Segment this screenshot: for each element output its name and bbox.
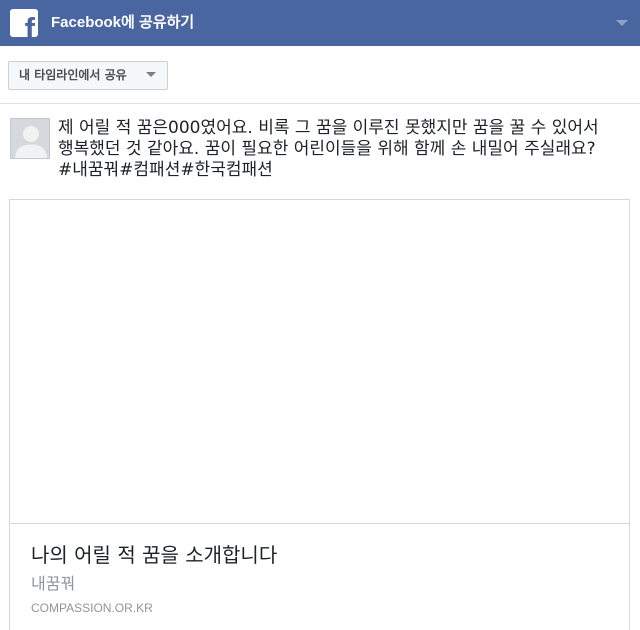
link-preview-description: 내꿈꿔 bbox=[31, 574, 76, 593]
post-message-input[interactable]: 제 어릴 적 꿈은000였어요. 비록 그 꿈을 이루진 못했지만 꿈을 꿀 수… bbox=[58, 118, 632, 181]
dialog-title: Facebook에 공유하기 bbox=[51, 14, 195, 31]
link-preview-domain: COMPASSION.OR.KR bbox=[31, 601, 153, 615]
post-message-line: #내꿈꿔#컴패션#한국컴패션 bbox=[58, 160, 273, 180]
dialog-header: f Facebook에 공유하기 bbox=[0, 0, 640, 46]
link-preview-body: 나의 어릴 적 꿈을 소개합니다 내꿈꿔 COMPASSION.OR.KR bbox=[10, 524, 629, 616]
share-destination-dropdown[interactable]: 내 타임라인에서 공유 bbox=[8, 61, 168, 90]
divider bbox=[0, 103, 640, 104]
chevron-down-icon[interactable] bbox=[616, 20, 628, 26]
link-preview-card[interactable]: 나의 어릴 적 꿈을 소개합니다 내꿈꿔 COMPASSION.OR.KR bbox=[9, 199, 630, 630]
facebook-logo-icon: f bbox=[10, 9, 38, 37]
share-destination-label: 내 타임라인에서 공유 bbox=[19, 68, 127, 82]
caret-down-icon bbox=[146, 72, 156, 77]
post-message-line: 행복했던 것 같아요. 꿈이 필요한 어린이들을 위해 함께 손 내밀어 주실래… bbox=[58, 139, 596, 159]
default-avatar-icon bbox=[10, 118, 50, 159]
link-preview-title: 나의 어릴 적 꿈을 소개합니다 bbox=[31, 543, 278, 567]
facebook-logo-letter: f bbox=[24, 11, 35, 37]
post-message-line: 제 어릴 적 꿈은000였어요. 비록 그 꿈을 이루진 못했지만 꿈을 꿀 수… bbox=[58, 118, 599, 138]
link-preview-image bbox=[10, 200, 629, 524]
